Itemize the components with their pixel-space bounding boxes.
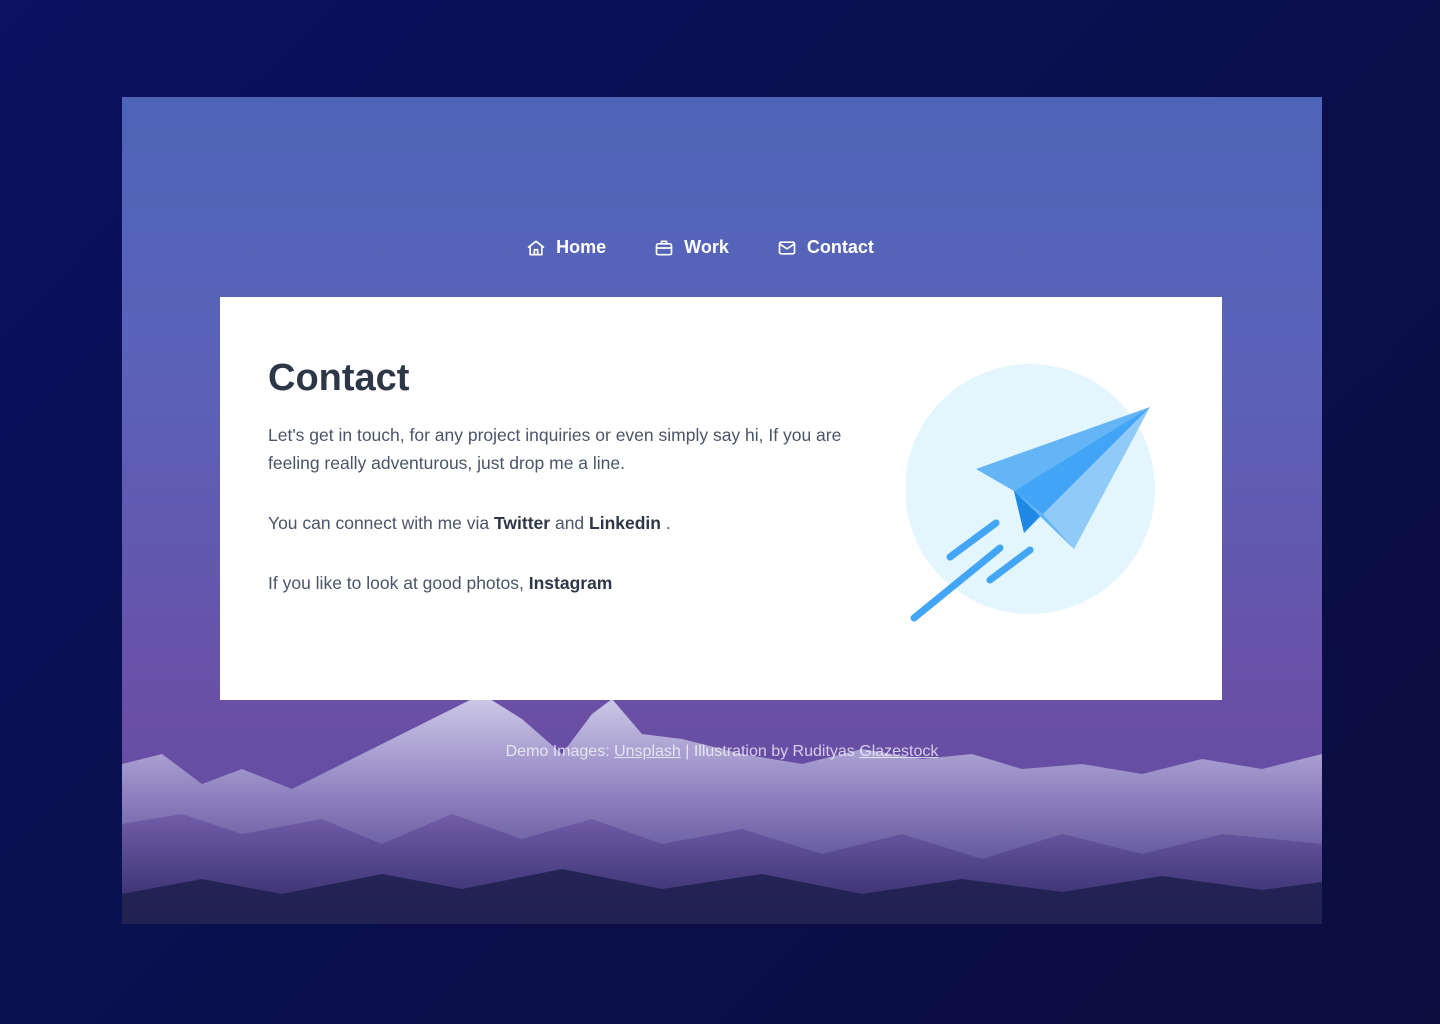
intro-paragraph: Let's get in touch, for any project inqu… bbox=[268, 425, 842, 473]
connect-paragraph: You can connect with me via Twitter and … bbox=[268, 509, 868, 537]
twitter-link[interactable]: Twitter bbox=[494, 513, 550, 533]
linkedin-link[interactable]: Linkedin bbox=[589, 513, 661, 533]
nav-item-contact[interactable]: Contact bbox=[777, 237, 874, 258]
glazestock-link[interactable]: Glazestock bbox=[859, 743, 938, 760]
main-nav: Home Work Contact bbox=[122, 237, 1300, 258]
footer-separator: | Illustration by Rudityas bbox=[680, 743, 860, 760]
footer-credits: Demo Images: Unsplash | Illustration by … bbox=[122, 743, 1322, 761]
nav-label-home: Home bbox=[556, 237, 607, 257]
mail-icon bbox=[778, 240, 796, 255]
page-title: Contact bbox=[268, 357, 410, 399]
connect-suffix: . bbox=[660, 513, 671, 533]
nav-item-work[interactable]: Work bbox=[654, 237, 729, 258]
mountain-background bbox=[122, 694, 1322, 924]
nav-label-contact: Contact bbox=[806, 237, 874, 257]
contact-card: Contact Let's get in touch, for any proj… bbox=[220, 297, 1222, 700]
footer-demo-prefix: Demo Images: bbox=[505, 743, 615, 760]
paper-plane-illustration bbox=[906, 364, 1155, 622]
photos-prefix: If you like to look at good photos, bbox=[268, 573, 529, 593]
connect-prefix: You can connect with me via bbox=[268, 513, 495, 533]
unsplash-link[interactable]: Unsplash bbox=[614, 743, 681, 760]
nav-label-work: Work bbox=[684, 237, 729, 257]
connect-and: and bbox=[550, 513, 590, 533]
briefcase-icon bbox=[655, 240, 673, 255]
home-icon bbox=[527, 240, 545, 255]
nav-item-home[interactable]: Home bbox=[526, 237, 606, 258]
instagram-link[interactable]: Instagram bbox=[529, 573, 613, 593]
hero-frame: Home Work Contact Contact Let's get in t… bbox=[122, 97, 1322, 924]
photos-paragraph: If you like to look at good photos, Inst… bbox=[268, 569, 868, 597]
